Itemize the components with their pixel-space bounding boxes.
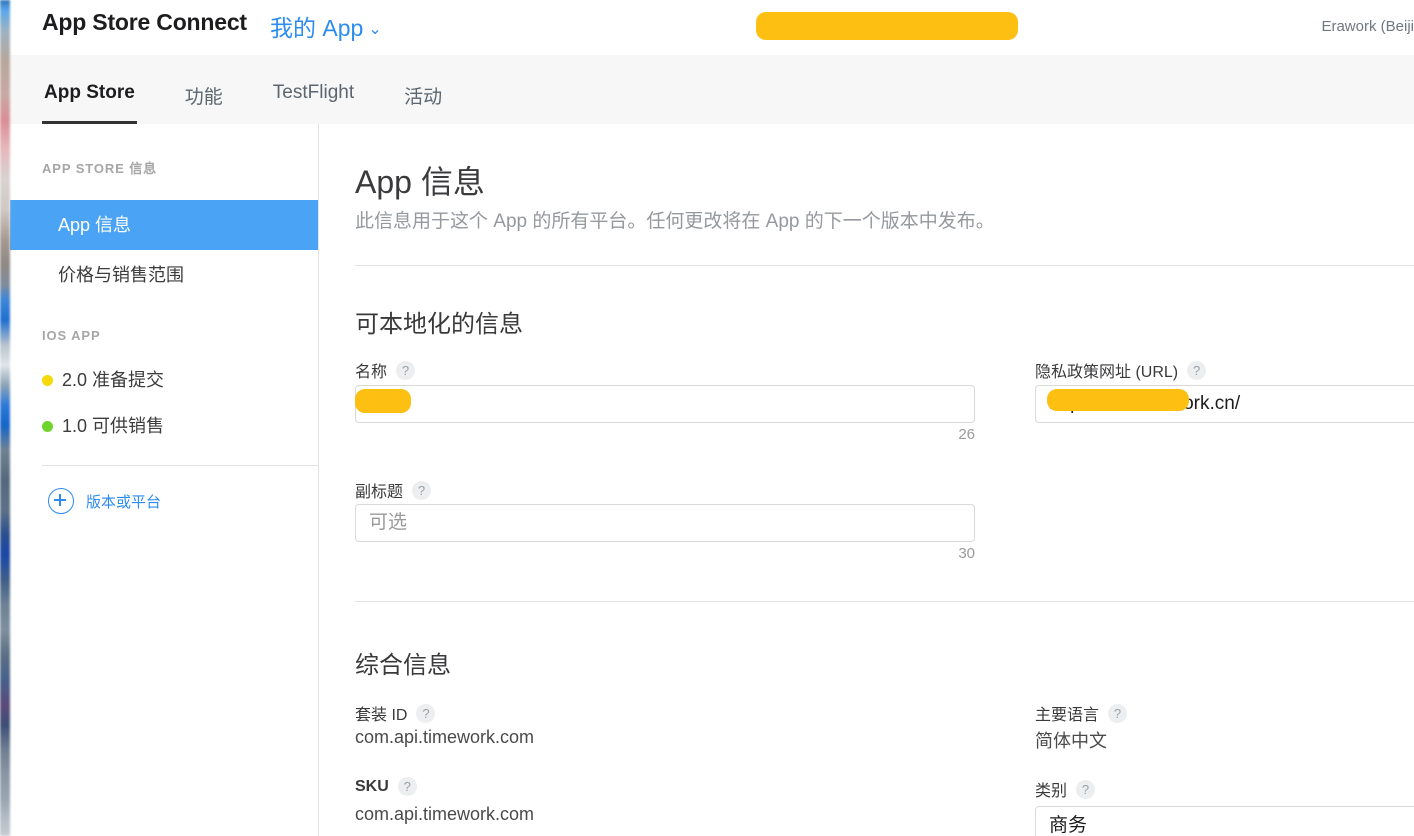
page-subtitle: 此信息用于这个 App 的所有平台。任何更改将在 App 的下一个版本中发布。 [355,211,995,232]
tab-features[interactable]: 功能 [183,55,225,124]
add-version-or-platform-button[interactable]: 版本或平台 [10,488,318,514]
status-dot-green-icon [42,420,53,432]
sidebar-version-1-0[interactable]: 1.0 可供销售 [10,403,318,449]
sku-label-text: SKU [355,777,389,795]
sku-label: SKU ? [355,777,417,796]
nav-tabs-bar: App Store 功能 TestFlight 活动 [10,55,1414,125]
bundle-id-value: com.api.timework.com [355,727,535,747]
primary-language-value: 简体中文 [1035,731,1107,751]
category-select[interactable]: 商务 [1035,806,1414,836]
help-icon-bundle-id[interactable]: ? [416,703,436,723]
category-select-value: 商务 [1049,815,1088,836]
sidebar-version-2-0-label: 2.0 准备提交 [62,370,165,390]
redaction-name-prefix [355,389,411,413]
name-field-label-text: 名称 [355,364,388,381]
current-app-title: 有限公司 [710,6,1050,46]
chevron-down-icon: ⌄ [368,21,382,38]
subtitle-input-placeholder: 可选 [369,512,408,533]
sidebar-item-pricing-availability[interactable]: 价格与销售范围 [10,250,318,300]
sku-value: com.api.timework.com [355,804,535,824]
sidebar-item-app-information[interactable]: App 信息 [10,200,318,250]
page-title: App 信息 [355,164,485,200]
divider-middle [355,601,1414,602]
my-apps-menu-label: 我的 App [270,15,364,41]
name-field-label: 名称 ? [355,358,416,382]
subtitle-input[interactable]: 可选 [355,504,975,542]
account-name[interactable]: Erawork (Beiji [1321,18,1414,35]
tab-app-store[interactable]: App Store [42,55,137,124]
desktop-background-strip [0,0,10,836]
help-icon-sku[interactable]: ? [397,777,417,796]
section-title-localizable: 可本地化的信息 [355,311,523,338]
sidebar-divider [42,465,318,466]
app-store-connect-page: App Store Connect 我的 App⌄ 有限公司 Erawork (… [0,0,1414,836]
sidebar-group-ios-app: IOS APP [42,328,101,343]
help-icon-name[interactable]: ? [396,360,416,380]
redaction-privacy-url-prefix [1047,389,1189,411]
top-header: App Store Connect 我的 App⌄ 有限公司 Erawork (… [10,0,1414,56]
primary-language-label: 主要语言 ? [1035,701,1128,725]
category-label: 类别 ? [1035,777,1096,801]
plus-circle-icon [48,488,74,514]
redaction-app-name [756,12,1018,40]
privacy-url-field-label: 隐私政策网址 (URL) ? [1035,358,1207,382]
my-apps-menu[interactable]: 我的 App ⌄ [270,9,382,43]
sidebar-version-2-0[interactable]: 2.0 准备提交 [10,357,318,403]
subtitle-counter: 30 [958,545,975,562]
divider-top [355,265,1414,266]
tab-testflight[interactable]: TestFlight [271,55,356,124]
sidebar: APP STORE 信息 App 信息 价格与销售范围 IOS APP 2.0 … [10,124,319,836]
category-label-text: 类别 [1035,783,1068,800]
main-content: App 信息 此信息用于这个 App 的所有平台。任何更改将在 App 的下一个… [319,124,1414,836]
add-version-or-platform-label: 版本或平台 [86,493,162,511]
primary-language-label-text: 主要语言 [1035,707,1100,724]
help-icon-category[interactable]: ? [1076,779,1096,799]
name-input[interactable]: 工场 [355,385,975,423]
nav-tabs: App Store 功能 TestFlight 活动 [42,55,444,124]
status-dot-yellow-icon [42,374,53,386]
bundle-id-label: 套装 ID ? [355,701,436,725]
sidebar-group-app-store-info: APP STORE 信息 [42,161,158,176]
section-title-general: 综合信息 [355,652,451,679]
help-icon-subtitle[interactable]: ? [412,480,432,500]
help-icon-primary-language[interactable]: ? [1108,703,1128,723]
sidebar-version-1-0-label: 1.0 可供销售 [62,416,165,436]
name-counter: 26 [958,426,975,443]
subtitle-field-label: 副标题 ? [355,478,432,502]
bundle-id-label-text: 套装 ID [355,707,408,724]
subtitle-field-label-text: 副标题 [355,484,404,501]
help-icon-privacy-url[interactable]: ? [1187,360,1207,380]
privacy-url-field-label-text: 隐私政策网址 (URL) [1035,364,1179,381]
brand-title: App Store Connect [42,9,247,35]
tab-activity[interactable]: 活动 [402,55,444,124]
